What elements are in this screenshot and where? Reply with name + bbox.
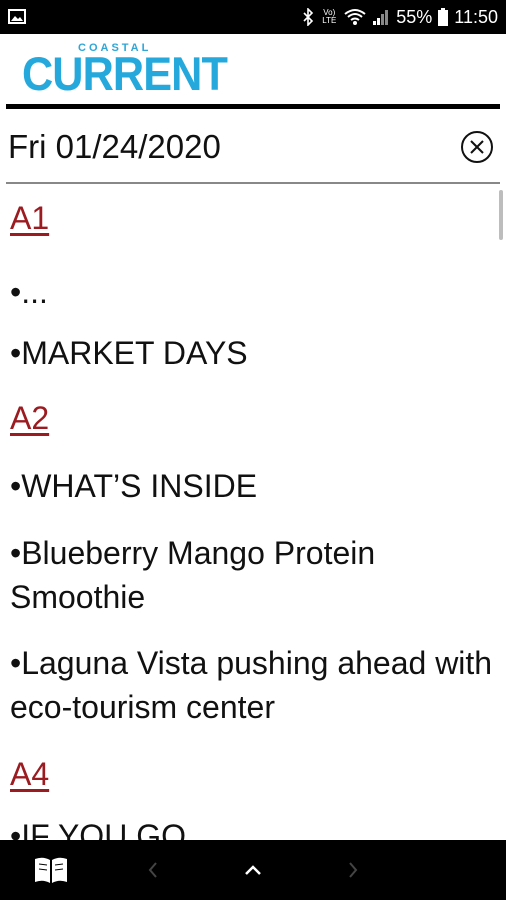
circle-x-icon[interactable] xyxy=(460,130,494,164)
chevron-up-icon xyxy=(245,865,261,875)
issue-date[interactable]: Fri 01/24/2020 xyxy=(8,128,221,166)
list-item[interactable]: •WHAT’S INSIDE xyxy=(10,464,500,508)
next-button[interactable] xyxy=(338,840,368,900)
list-item[interactable]: •MARKET DAYS xyxy=(10,331,500,375)
section-link-a4[interactable]: A4 xyxy=(10,756,49,793)
signal-icon xyxy=(373,10,389,25)
list-item[interactable]: •IF YOU GO xyxy=(10,814,500,840)
divider xyxy=(6,104,500,109)
battery-icon xyxy=(438,8,449,26)
open-book-icon xyxy=(35,857,67,883)
logo-current: CURRENT xyxy=(22,47,228,100)
chevron-left-icon xyxy=(148,862,157,878)
library-button[interactable] xyxy=(28,840,74,900)
chevron-right-icon xyxy=(349,862,358,878)
section-link-a1[interactable]: A1 xyxy=(10,200,49,237)
previous-button[interactable] xyxy=(138,840,168,900)
article-list[interactable]: A1 •... •MARKET DAYS A2 •WHAT’S INSIDE •… xyxy=(0,184,506,840)
status-bar: Vo) LTE 55% 11:50 xyxy=(0,0,506,34)
list-item[interactable]: •... xyxy=(10,270,500,314)
date-bar: Fri 01/24/2020 xyxy=(6,110,500,182)
battery-percent: 55% xyxy=(396,6,433,27)
list-item[interactable]: •Blueberry Mango Protein Smoothie xyxy=(10,531,500,619)
image-notification-icon xyxy=(8,9,26,24)
volte-icon: Vo) LTE xyxy=(322,8,337,25)
app-header: COASTAL CURRENT xyxy=(0,34,506,104)
bluetooth-icon xyxy=(303,8,314,26)
wifi-icon xyxy=(344,9,366,25)
clock: 11:50 xyxy=(454,6,498,27)
list-item[interactable]: •Laguna Vista pushing ahead with eco-tou… xyxy=(10,641,500,729)
scrollbar[interactable] xyxy=(499,190,503,240)
bottom-nav xyxy=(0,840,506,900)
scroll-up-button[interactable] xyxy=(238,840,268,900)
section-link-a2[interactable]: A2 xyxy=(10,400,49,437)
